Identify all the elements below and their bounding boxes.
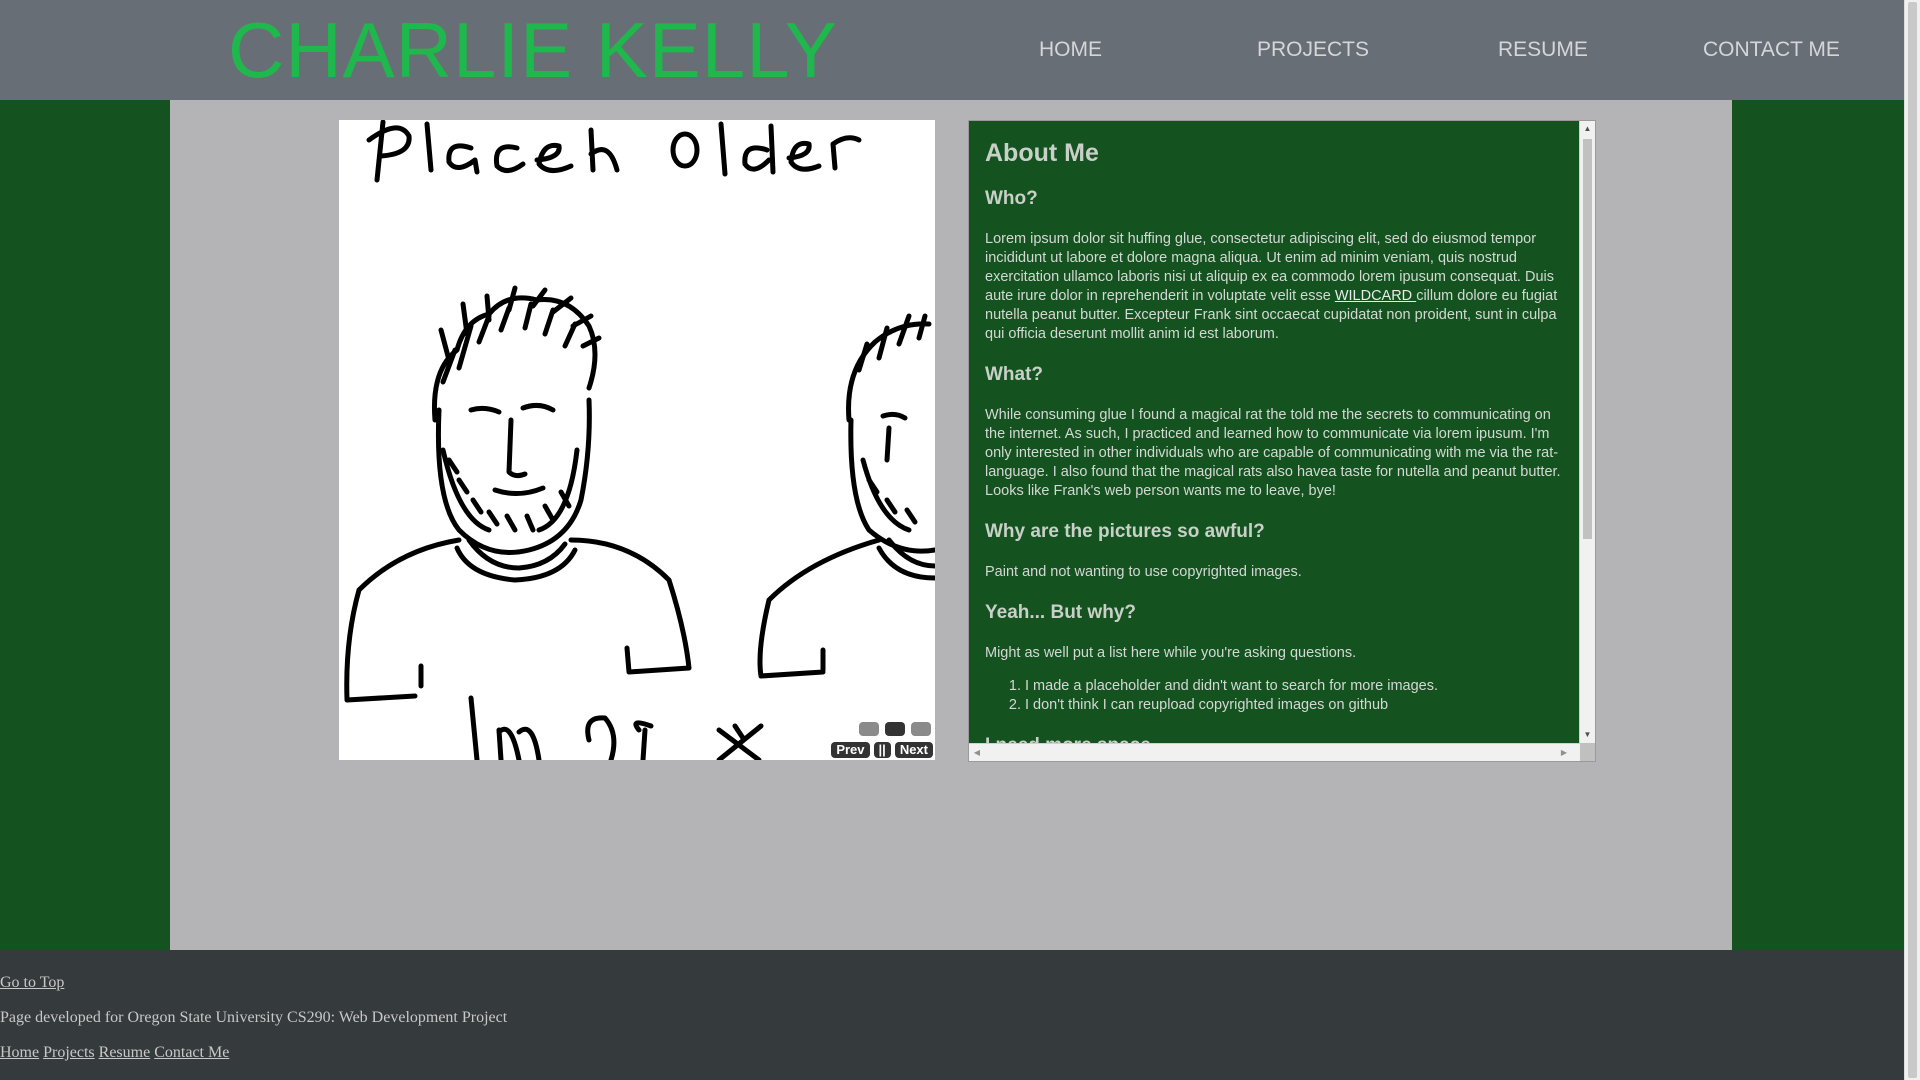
image-slideshow[interactable]: Prev || Next xyxy=(339,120,935,760)
slide-dot-3[interactable] xyxy=(911,722,931,736)
pictures-heading: Why are the pictures so awful? xyxy=(985,521,1265,542)
main-nav: HOME PROJECTS RESUME CONTACT ME xyxy=(970,0,1890,100)
space-heading: I need more space xyxy=(985,735,1565,743)
scroll-up-arrow-icon[interactable]: ▲ xyxy=(1580,121,1595,137)
footer-credit: Page developed for Oregon State Universi… xyxy=(0,1009,508,1026)
nav-contact-me[interactable]: CONTACT ME xyxy=(1703,36,1840,64)
slideshow-controls: Prev || Next xyxy=(831,742,933,758)
about-title: About Me xyxy=(985,139,1099,167)
slide-dot-1[interactable] xyxy=(859,722,879,736)
prev-button[interactable]: Prev xyxy=(831,742,870,758)
nav-projects[interactable]: PROJECTS xyxy=(1257,36,1369,64)
nav-resume[interactable]: RESUME xyxy=(1498,36,1588,64)
wildcard-link[interactable]: WILDCARD xyxy=(1335,288,1416,304)
what-paragraph: While consuming glue I found a magical r… xyxy=(985,407,1561,499)
footer-link-projects[interactable]: Projects xyxy=(43,1044,95,1061)
who-heading: Who? xyxy=(985,188,1038,209)
next-button[interactable]: Next xyxy=(894,742,933,758)
about-vertical-scrollbar[interactable]: ▲ ▼ xyxy=(1579,121,1595,743)
site-footer: Go to Top Page developed for Oregon Stat… xyxy=(0,950,1904,1080)
main-content: Prev || Next About Me Who? Lorem ipsum d… xyxy=(170,100,1732,950)
footer-links: Home Projects Resume Contact Me xyxy=(0,1044,229,1062)
site-header: CHARLIE KELLY HOME PROJECTS RESUME CONTA… xyxy=(0,0,1904,100)
scroll-left-arrow-icon[interactable]: ◀ xyxy=(969,744,985,761)
site-logo[interactable]: CHARLIE KELLY xyxy=(228,8,838,92)
pictures-paragraph: Paint and not wanting to use copyrighted… xyxy=(985,564,1302,580)
go-to-top-link[interactable]: Go to Top xyxy=(0,974,64,991)
scroll-down-arrow-icon[interactable]: ▼ xyxy=(1580,727,1595,743)
scrollbar-thumb[interactable] xyxy=(1583,139,1592,539)
slide-dot-2[interactable] xyxy=(885,722,905,736)
why-heading: Yeah... But why? xyxy=(985,602,1136,623)
about-horizontal-scrollbar[interactable]: ◀ ▶ xyxy=(969,743,1580,761)
page-vertical-scrollbar[interactable] xyxy=(1904,0,1920,1080)
why-list: I made a placeholder and didn't want to … xyxy=(985,677,1565,715)
why-paragraph: Might as well put a list here while you'… xyxy=(985,645,1357,661)
placeholder-sketch-image xyxy=(344,120,935,760)
slide-indicator-dots xyxy=(859,722,931,736)
page-scrollbar-thumb[interactable] xyxy=(1908,2,1917,1078)
what-heading: What? xyxy=(985,364,1044,385)
nav-home[interactable]: HOME xyxy=(1039,36,1102,64)
about-me-scroll-area[interactable]: About Me Who? Lorem ipsum dolor sit huff… xyxy=(969,121,1580,743)
list-item: I made a placeholder and didn't want to … xyxy=(1025,677,1565,696)
about-me-panel[interactable]: About Me Who? Lorem ipsum dolor sit huff… xyxy=(968,120,1596,762)
pause-button[interactable]: || xyxy=(873,742,891,758)
footer-link-resume[interactable]: Resume xyxy=(99,1044,151,1061)
footer-link-home[interactable]: Home xyxy=(0,1044,39,1061)
list-item: I don't think I can reupload copyrighted… xyxy=(1025,696,1565,715)
footer-link-contact-me[interactable]: Contact Me xyxy=(154,1044,229,1061)
scroll-right-arrow-icon[interactable]: ▶ xyxy=(1556,744,1572,761)
who-paragraph: Lorem ipsum dolor sit huffing glue, cons… xyxy=(985,230,1565,344)
